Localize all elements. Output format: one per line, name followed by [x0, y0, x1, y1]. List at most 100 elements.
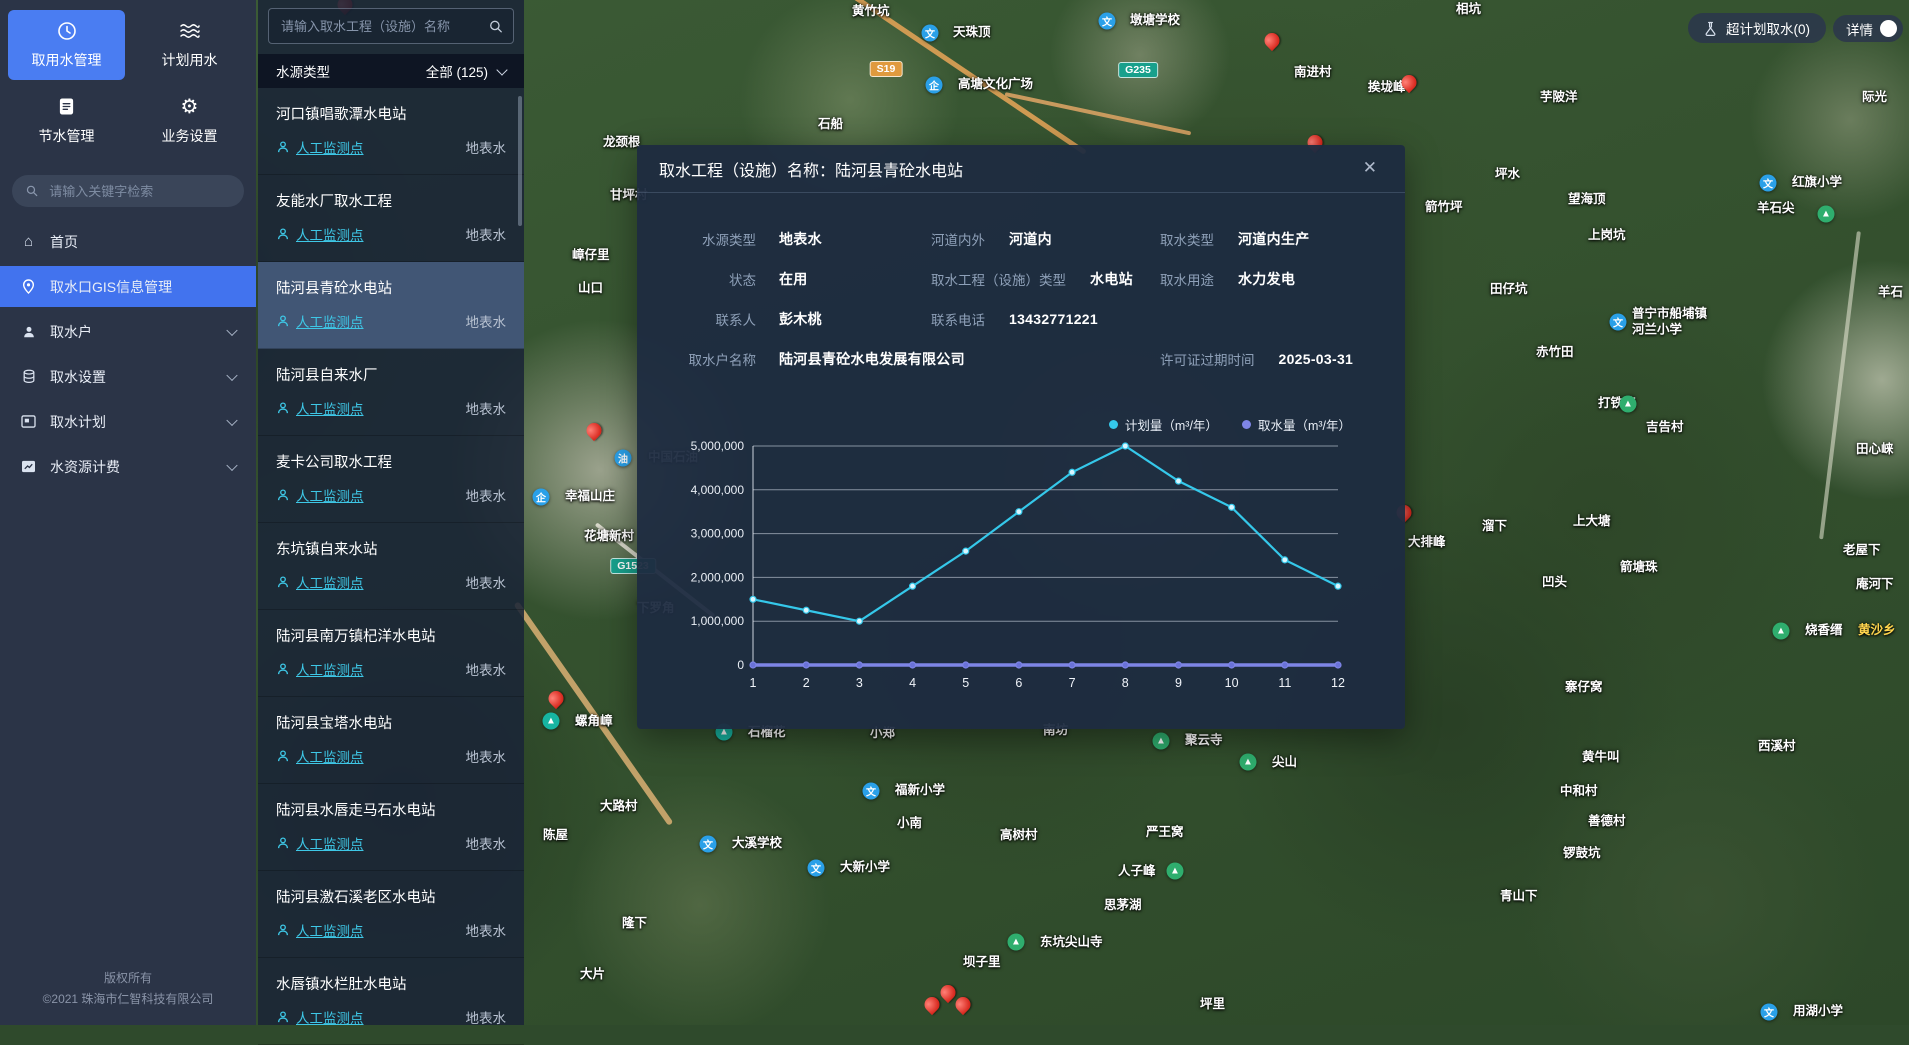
sidebar-item-2[interactable]: 取水口GIS信息管理 [0, 266, 256, 307]
person-icon [276, 488, 290, 502]
map-place-label: 思茅湖 [1104, 898, 1142, 914]
chevron-down-icon [226, 414, 237, 425]
map-place-label: 望海顶 [1568, 192, 1606, 208]
red-pin-marker[interactable] [921, 994, 942, 1015]
close-icon[interactable]: ✕ [1363, 158, 1377, 178]
map-place-label: 上岗坑 [1588, 228, 1626, 244]
green-poi-marker[interactable]: ▲ [1167, 863, 1184, 880]
green-poi-marker[interactable]: ▲ [1153, 733, 1170, 750]
svg-text:4: 4 [909, 676, 916, 690]
monitor-type-link[interactable]: 人工监测点 [276, 833, 364, 853]
filter-value: 全部 (125) [426, 61, 488, 81]
blue-poi-marker[interactable]: 文 [863, 783, 880, 800]
module-tab-4[interactable]: ⚙业务设置 [131, 86, 248, 156]
scrollbar-thumb[interactable] [518, 96, 522, 226]
red-pin-marker[interactable] [583, 420, 604, 441]
sidebar-search-input[interactable] [47, 183, 230, 200]
blue-poi-marker[interactable]: 文 [700, 836, 717, 853]
module-tab-3[interactable]: 节水管理 [8, 86, 125, 156]
list-item[interactable]: 陆河县青砼水电站人工监测点地表水 [258, 262, 524, 349]
station-name: 麦卡公司取水工程 [276, 451, 506, 472]
list-item[interactable]: 陆河县南万镇杞洋水电站人工监测点地表水 [258, 610, 524, 697]
sidebar-item-5[interactable]: 取水计划 [0, 401, 256, 442]
svg-text:2: 2 [803, 676, 810, 690]
monitor-type-link[interactable]: 人工监测点 [276, 137, 364, 157]
over-plan-button[interactable]: 超计划取水(0) [1688, 13, 1826, 43]
detail-fields: 水源类型地表水河道内外河道内取水类型河道内生产状态在用取水工程（设施）类型水电站… [637, 193, 1405, 379]
blue-poi-marker[interactable]: 企 [533, 489, 550, 506]
search-icon[interactable] [489, 19, 503, 34]
blue-poi-marker[interactable]: 文 [1761, 1004, 1778, 1021]
blue-poi-marker[interactable]: 企 [926, 77, 943, 94]
detail-toggle[interactable]: 详情 [1833, 15, 1903, 42]
legend-item[interactable]: 计划量（m³/年） [1109, 415, 1218, 434]
chevron-down-icon [226, 459, 237, 470]
monitor-type-link[interactable]: 人工监测点 [276, 485, 364, 505]
teal-poi-marker[interactable]: ▲ [543, 713, 560, 730]
sidebar-item-4[interactable]: 取水设置 [0, 356, 256, 397]
green-poi-marker[interactable]: ▲ [1818, 206, 1835, 223]
monitor-type-link[interactable]: 人工监测点 [276, 746, 364, 766]
red-pin-marker[interactable] [545, 688, 566, 709]
map-place-label: 坝子里 [963, 955, 1001, 971]
map-place-label: 红旗小学 [1792, 175, 1842, 191]
list-item[interactable]: 河口镇唱歌潭水电站人工监测点地表水 [258, 88, 524, 175]
chart-block: 计划量（m³/年）取水量（m³/年） 01,000,0002,000,0003,… [675, 415, 1375, 697]
toggle-knob[interactable] [1880, 20, 1897, 37]
svg-text:1: 1 [750, 676, 757, 690]
station-search-input[interactable] [279, 18, 489, 35]
sidebar-item-1[interactable]: ⌂首页 [0, 221, 256, 262]
field-value: 水力发电 [1238, 269, 1295, 289]
green-poi-marker[interactable]: ▲ [1008, 934, 1025, 951]
clock-icon [57, 21, 77, 41]
monitor-type-link[interactable]: 人工监测点 [276, 920, 364, 940]
station-name: 东坑镇自来水站 [276, 538, 506, 559]
legend-item[interactable]: 取水量（m³/年） [1242, 415, 1351, 434]
svg-text:8: 8 [1122, 676, 1129, 690]
green-poi-marker[interactable]: ▲ [1620, 396, 1637, 413]
green-poi-marker[interactable]: ▲ [1240, 754, 1257, 771]
road-badge: G235 [1118, 62, 1158, 78]
field-row: 状态在用取水工程（设施）类型水电站取水用途水力发电 [637, 259, 1405, 299]
blue-poi-marker[interactable]: 文 [808, 860, 825, 877]
list-item[interactable]: 陆河县激石溪老区水电站人工监测点地表水 [258, 871, 524, 958]
list-item[interactable]: 陆河县自来水厂人工监测点地表水 [258, 349, 524, 436]
monitor-type-link[interactable]: 人工监测点 [276, 1007, 364, 1027]
map-place-label: 箭塘珠 [1620, 560, 1658, 576]
red-pin-marker[interactable] [952, 994, 973, 1015]
monitor-type-link[interactable]: 人工监测点 [276, 572, 364, 592]
station-list-panel: 水源类型 全部 (125) 河口镇唱歌潭水电站人工监测点地表水友能水厂取水工程人… [258, 0, 524, 1025]
station-search[interactable] [268, 8, 514, 44]
list-item[interactable]: 友能水厂取水工程人工监测点地表水 [258, 175, 524, 262]
list-item[interactable]: 东坑镇自来水站人工监测点地表水 [258, 523, 524, 610]
green-poi-marker[interactable]: ▲ [1773, 623, 1790, 640]
station-list: 河口镇唱歌潭水电站人工监测点地表水友能水厂取水工程人工监测点地表水陆河县青砼水电… [258, 88, 524, 1045]
monitor-type-link[interactable]: 人工监测点 [276, 659, 364, 679]
list-item[interactable]: 陆河县宝塔水电站人工监测点地表水 [258, 697, 524, 784]
sidebar-search[interactable] [12, 175, 244, 207]
monitor-type-link[interactable]: 人工监测点 [276, 311, 364, 331]
red-pin-marker[interactable] [1261, 30, 1282, 51]
svg-text:6: 6 [1015, 676, 1022, 690]
sidebar-item-6[interactable]: 水资源计费 [0, 446, 256, 487]
module-tab-2[interactable]: 计划用水 [131, 10, 248, 80]
svg-text:4,000,000: 4,000,000 [691, 483, 745, 497]
blue-poi-marker[interactable]: 油 [615, 450, 632, 467]
sidebar-item-3[interactable]: 取水户 [0, 311, 256, 352]
monitor-type-link[interactable]: 人工监测点 [276, 398, 364, 418]
chart-legend: 计划量（m³/年） 取水量（m³/年） [675, 415, 1375, 434]
list-item[interactable]: 陆河县水唇走马石水电站人工监测点地表水 [258, 784, 524, 871]
list-item[interactable]: 水唇镇水栏肚水电站人工监测点地表水 [258, 958, 524, 1045]
list-item[interactable]: 麦卡公司取水工程人工监测点地表水 [258, 436, 524, 523]
map-place-label: 坪水 [1495, 167, 1520, 183]
blue-poi-marker[interactable]: 文 [922, 25, 939, 42]
module-tab-1[interactable]: 取用水管理 [8, 10, 125, 80]
field-label: 河道内外 [931, 229, 985, 249]
field-label: 联系人 [637, 309, 756, 329]
filter-dropdown[interactable]: 全部 (125) [426, 61, 506, 81]
blue-poi-marker[interactable]: 文 [1099, 13, 1116, 30]
blue-poi-marker[interactable]: 文 [1610, 314, 1627, 331]
blue-poi-marker[interactable]: 文 [1760, 175, 1777, 192]
monitor-type-link[interactable]: 人工监测点 [276, 224, 364, 244]
search-icon [26, 184, 38, 198]
